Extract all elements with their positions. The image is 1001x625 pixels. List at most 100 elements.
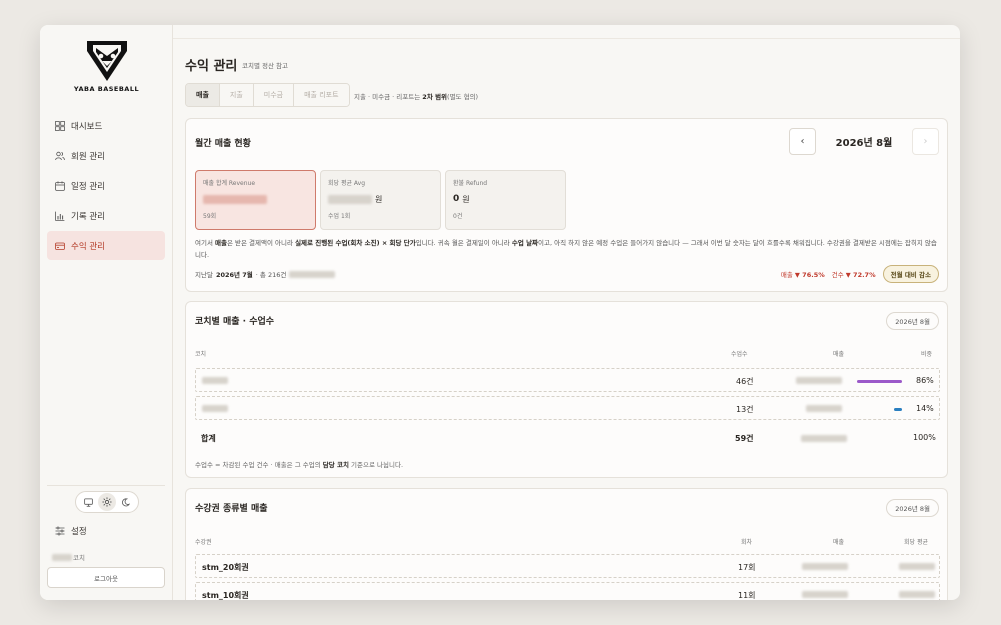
revenue-change: 매출 ▼ 76.5% [781, 269, 825, 279]
revenue-tabs: 매출 지출 미수금 매출 리포트 [185, 83, 350, 107]
ticket-name: stm_10회권 [202, 591, 249, 600]
brand-name: YABA BASEBALL [73, 85, 140, 93]
row-count: 13건 [736, 405, 754, 414]
sidebar-item-schedule[interactable]: 일정 관리 [47, 171, 165, 200]
kpi-value [203, 193, 308, 205]
next-month-button[interactable]: › [912, 128, 939, 155]
brand-logo[interactable]: YABA BASEBALL [40, 39, 173, 93]
user-name-redacted [52, 553, 72, 561]
ticket-per-redacted [899, 591, 935, 598]
col-coach: 코치 [195, 351, 207, 358]
note-bold: 실제로 진행된 수업(회차 소진) × 회당 단가 [295, 239, 416, 247]
monthly-card-title: 월간 매출 현황 [195, 139, 251, 149]
calendar-icon [55, 180, 65, 191]
kpi-refund: 환불 Refund 0 원 0건 [445, 170, 566, 230]
kpi-value-redacted [203, 194, 267, 204]
tabs-note-suffix: (별도 협의) [447, 93, 479, 101]
kpi-avg-per-session: 회당 평균 Avg 원 수업 1회 [320, 170, 441, 230]
grid-icon [55, 120, 65, 131]
kpi-unit: 원 [375, 194, 383, 204]
sidebar-item-records[interactable]: 기록 관리 [47, 201, 165, 230]
col-share: 비중 [921, 351, 933, 358]
note-text: 여기서 [195, 239, 216, 247]
row-revenue-redacted [796, 377, 842, 384]
col-per-session: 회당 평균 [904, 539, 928, 546]
user-role: 코치 [73, 554, 85, 562]
ticket-sessions: 17회 [738, 563, 756, 572]
total-count: 59건 [735, 434, 754, 443]
footnote-bold: 담당 코치 [322, 461, 349, 469]
note-text: 입니다. 귀속 월은 결제일이 아니라 [415, 239, 512, 247]
count-change-label: 건수 [831, 271, 844, 279]
sidebar-item-revenue[interactable]: 수익 관리 [47, 231, 165, 260]
compare-amount-redacted [289, 270, 336, 278]
total-revenue-redacted [801, 435, 847, 442]
table-row[interactable]: stm_10회권 11회 [195, 582, 940, 600]
logout-button[interactable]: 로그아웃 [47, 567, 165, 588]
previous-month-summary: 지난달 2026년 7월 · 총 216건 [195, 269, 336, 279]
sliders-icon [55, 526, 65, 536]
monitor-icon[interactable] [79, 493, 97, 511]
table-row[interactable]: 13건 14% [195, 396, 940, 420]
ticket-month-badge: 2026년 8월 [886, 499, 939, 517]
footnote-text: 기준으로 나뉩니다. [348, 461, 404, 469]
sidebar: YABA BASEBALL 대시보드 회원 관리 일정 관리 기록 관리 수익 … [40, 25, 173, 600]
coach-revenue-card: 코치별 매출 · 수업수 2026년 8월 코치 수업수 매출 비중 46건 8… [185, 301, 948, 478]
revenue-change-label: 매출 [780, 271, 793, 279]
settings-link[interactable]: 설정 [55, 525, 87, 537]
top-bar [173, 25, 960, 39]
sidebar-item-label: 대시보드 [71, 121, 103, 132]
sun-icon[interactable] [97, 493, 116, 511]
current-month: 2026년 8월 [835, 138, 893, 149]
kpi-label: 회당 평균 Avg [328, 180, 366, 187]
ticket-revenue-redacted [802, 591, 848, 598]
prev-month-button[interactable]: ‹ [789, 128, 816, 155]
col-count: 수업수 [731, 351, 748, 358]
sidebar-divider [47, 485, 165, 486]
row-revenue-redacted [806, 405, 842, 412]
coach-table-footnote: 수업수 = 차감된 수업 건수 · 매출은 그 수업의 담당 코치 기준으로 나… [195, 459, 403, 469]
coach-name-redacted [202, 405, 228, 412]
total-label: 합계 [201, 434, 216, 443]
ticket-revenue-redacted [802, 563, 848, 570]
tab-revenue[interactable]: 매출 [186, 84, 220, 106]
table-row[interactable]: stm_20회권 17회 [195, 554, 940, 578]
tabs-note-text: 지출 · 미수금 · 리포트는 [354, 93, 423, 101]
row-share: 14% [916, 404, 934, 413]
bar-chart-icon [55, 211, 65, 221]
tabs-note-bold: 2차 범위 [422, 93, 448, 101]
kpi-unit: 원 [462, 194, 470, 204]
total-share: 100% [913, 433, 936, 442]
col-revenue: 매출 [833, 351, 845, 358]
ticket-sessions: 11회 [738, 591, 756, 600]
row-count: 46건 [736, 377, 754, 386]
tab-receivables[interactable]: 미수금 [253, 84, 295, 106]
compare-total: · 총 216건 [255, 271, 287, 279]
logo-emblem-icon [86, 41, 127, 81]
trend-badge: 전월 대비 감소 [882, 265, 939, 283]
ticket-revenue-card: 수강권 종류별 매출 2026년 8월 수강권 회차 매출 회당 평균 stm_… [185, 488, 948, 600]
kpi-sub: 0건 [453, 213, 463, 220]
app-window: YABA BASEBALL 대시보드 회원 관리 일정 관리 기록 관리 수익 … [40, 25, 960, 600]
coach-card-title: 코치별 매출 · 수업수 [195, 317, 275, 327]
kpi-sub: 59회 [203, 213, 217, 220]
col-sessions: 회차 [741, 539, 753, 546]
sidebar-item-dashboard[interactable]: 대시보드 [47, 111, 165, 140]
count-change: 건수 ▼ 72.7% [832, 269, 876, 279]
theme-switch [75, 491, 139, 513]
kpi-value: 0 원 [453, 193, 558, 205]
note-bold: 수업 날짜 [511, 239, 539, 247]
moon-icon[interactable] [117, 493, 135, 511]
tab-expense[interactable]: 지출 [219, 84, 254, 106]
tabs-scope-note: 지출 · 미수금 · 리포트는 2차 범위(별도 협의) [354, 91, 478, 101]
table-total-row: 합계 59건 100% [195, 428, 940, 450]
sidebar-item-label: 수익 관리 [71, 241, 105, 252]
compare-prefix: 지난달 [195, 271, 213, 279]
sidebar-item-members[interactable]: 회원 관리 [47, 141, 165, 170]
sidebar-item-label: 기록 관리 [71, 211, 105, 222]
ticket-name: stm_20회권 [202, 563, 249, 572]
table-row[interactable]: 46건 86% [195, 368, 940, 392]
tab-revenue-report[interactable]: 매출 리포트 [294, 84, 349, 106]
col-ticket: 수강권 [195, 539, 212, 546]
revenue-definition-note: 여기서 매출은 받은 결제액이 아니라 실제로 진행된 수업(회차 소진) × … [195, 237, 940, 261]
